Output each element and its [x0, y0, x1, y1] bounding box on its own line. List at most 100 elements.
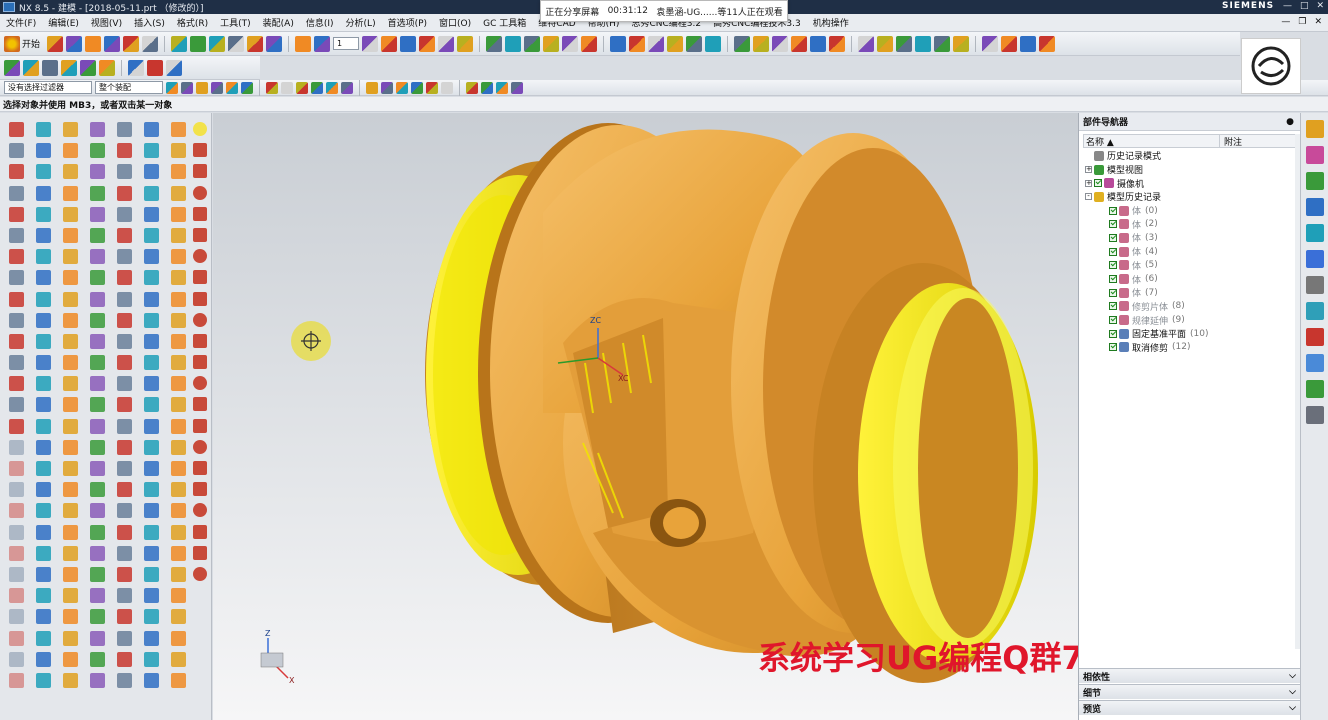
palette-command-icon[interactable]	[36, 227, 51, 243]
menu-item[interactable]: 插入(S)	[134, 16, 165, 29]
resource-tab-icon[interactable]	[1306, 198, 1324, 216]
palette-command-icon[interactable]	[90, 545, 105, 561]
palette-command-icon[interactable]	[36, 651, 51, 667]
palette-command-icon[interactable]	[117, 482, 132, 498]
palette-command-icon[interactable]	[144, 312, 159, 328]
curve-command-icon[interactable]	[193, 397, 207, 412]
selection-tool-icon[interactable]	[281, 81, 293, 94]
toolbar-command-icon[interactable]	[123, 35, 140, 52]
palette-command-icon[interactable]	[171, 397, 186, 413]
palette-command-icon[interactable]	[144, 227, 159, 243]
palette-command-icon[interactable]	[9, 122, 24, 137]
palette-command-icon[interactable]	[144, 461, 159, 476]
palette-command-icon[interactable]	[144, 630, 159, 646]
palette-command-icon[interactable]	[63, 630, 78, 646]
palette-command-icon[interactable]	[144, 418, 159, 434]
navigator-node[interactable]: 体 (3)	[1083, 231, 1299, 245]
palette-command-icon[interactable]	[90, 418, 105, 434]
toolbar-command-icon[interactable]	[705, 35, 722, 52]
palette-command-icon[interactable]	[63, 651, 78, 667]
palette-command-icon[interactable]	[171, 355, 186, 371]
palette-command-icon[interactable]	[9, 355, 24, 371]
selection-tool-icon[interactable]	[296, 81, 308, 94]
palette-command-icon[interactable]	[63, 566, 78, 582]
toolbar-command-icon[interactable]	[104, 35, 121, 52]
visibility-checkbox[interactable]	[1109, 316, 1117, 325]
curve-command-icon[interactable]	[193, 461, 207, 475]
palette-command-icon[interactable]	[117, 376, 132, 392]
palette-command-icon[interactable]	[9, 227, 24, 243]
navigator-panel-header[interactable]: 细节 ⌵	[1079, 684, 1300, 699]
resource-tab-icon[interactable]	[1306, 380, 1324, 398]
navigator-node[interactable]: 固定基准平面 (10)	[1083, 327, 1299, 341]
toolbar-command-icon[interactable]	[629, 35, 646, 52]
palette-command-icon[interactable]	[9, 270, 24, 286]
resource-tab-icon[interactable]	[1306, 406, 1324, 424]
palette-command-icon[interactable]	[63, 482, 78, 498]
curve-command-icon[interactable]	[193, 291, 207, 306]
resource-tab-icon[interactable]	[1306, 172, 1324, 190]
chevron-down-icon[interactable]: ⌵	[1289, 687, 1296, 697]
toolbar-command-icon[interactable]	[734, 35, 751, 52]
palette-command-icon[interactable]	[117, 227, 132, 243]
palette-command-icon[interactable]	[36, 397, 51, 413]
toolbar-command-icon[interactable]	[667, 35, 684, 52]
curve-command-icon[interactable]	[193, 143, 207, 158]
curve-command-icon[interactable]	[193, 270, 207, 285]
palette-command-icon[interactable]	[90, 630, 105, 646]
palette-command-icon[interactable]	[90, 566, 105, 582]
curve-command-icon[interactable]	[193, 164, 207, 179]
palette-command-icon[interactable]	[171, 143, 186, 159]
palette-command-icon[interactable]	[63, 355, 78, 371]
palette-command-icon[interactable]	[9, 545, 24, 561]
column-note-header[interactable]: 附注	[1220, 135, 1242, 148]
menu-item[interactable]: 信息(I)	[306, 16, 334, 29]
palette-command-icon[interactable]	[90, 122, 105, 137]
menu-item[interactable]: 格式(R)	[177, 16, 208, 29]
curve-command-icon[interactable]	[193, 439, 207, 454]
curve-command-icon[interactable]	[193, 206, 207, 221]
menu-item[interactable]: GC 工具箱	[483, 16, 526, 29]
palette-command-icon[interactable]	[63, 524, 78, 540]
palette-command-icon[interactable]	[171, 164, 186, 180]
toolbar-command-icon[interactable]	[190, 35, 207, 52]
palette-command-icon[interactable]	[90, 524, 105, 540]
work-layer-select[interactable]: 1	[333, 37, 360, 50]
palette-command-icon[interactable]	[90, 227, 105, 243]
toolbar-command-icon[interactable]	[47, 35, 64, 52]
selection-tool-icon[interactable]	[211, 81, 223, 94]
palette-command-icon[interactable]	[117, 545, 132, 561]
toolbar-command-icon[interactable]	[209, 35, 226, 52]
curve-command-icon[interactable]	[193, 227, 207, 242]
selection-tool-icon[interactable]	[181, 81, 193, 94]
palette-command-icon[interactable]	[36, 206, 51, 222]
selection-tool-icon[interactable]	[466, 81, 478, 94]
palette-command-icon[interactable]	[36, 312, 51, 328]
navigator-panel-header[interactable]: 相依性 ⌵	[1079, 668, 1300, 683]
palette-command-icon[interactable]	[63, 333, 78, 349]
palette-command-icon[interactable]	[9, 206, 24, 222]
palette-command-icon[interactable]	[171, 651, 186, 667]
palette-command-icon[interactable]	[171, 206, 186, 222]
palette-command-icon[interactable]	[63, 206, 78, 222]
resource-tab-icon[interactable]	[1306, 146, 1324, 164]
palette-command-icon[interactable]	[171, 503, 186, 519]
palette-command-icon[interactable]	[9, 376, 24, 392]
palette-command-icon[interactable]	[144, 566, 159, 582]
curve-command-icon[interactable]	[193, 524, 207, 539]
palette-command-icon[interactable]	[36, 461, 51, 476]
toolbar-command-icon[interactable]	[562, 35, 579, 52]
palette-command-icon[interactable]	[36, 355, 51, 371]
visibility-checkbox[interactable]	[1109, 206, 1117, 215]
palette-command-icon[interactable]	[36, 291, 51, 307]
toolbar-command-icon[interactable]	[381, 35, 398, 52]
curve-command-icon[interactable]	[193, 185, 207, 200]
palette-command-icon[interactable]	[144, 270, 159, 286]
visibility-checkbox[interactable]	[1109, 261, 1117, 270]
palette-command-icon[interactable]	[171, 609, 186, 625]
palette-command-icon[interactable]	[36, 333, 51, 349]
palette-command-icon[interactable]	[144, 333, 159, 349]
palette-command-icon[interactable]	[36, 164, 51, 180]
palette-command-icon[interactable]	[9, 143, 24, 159]
palette-command-icon[interactable]	[36, 270, 51, 286]
